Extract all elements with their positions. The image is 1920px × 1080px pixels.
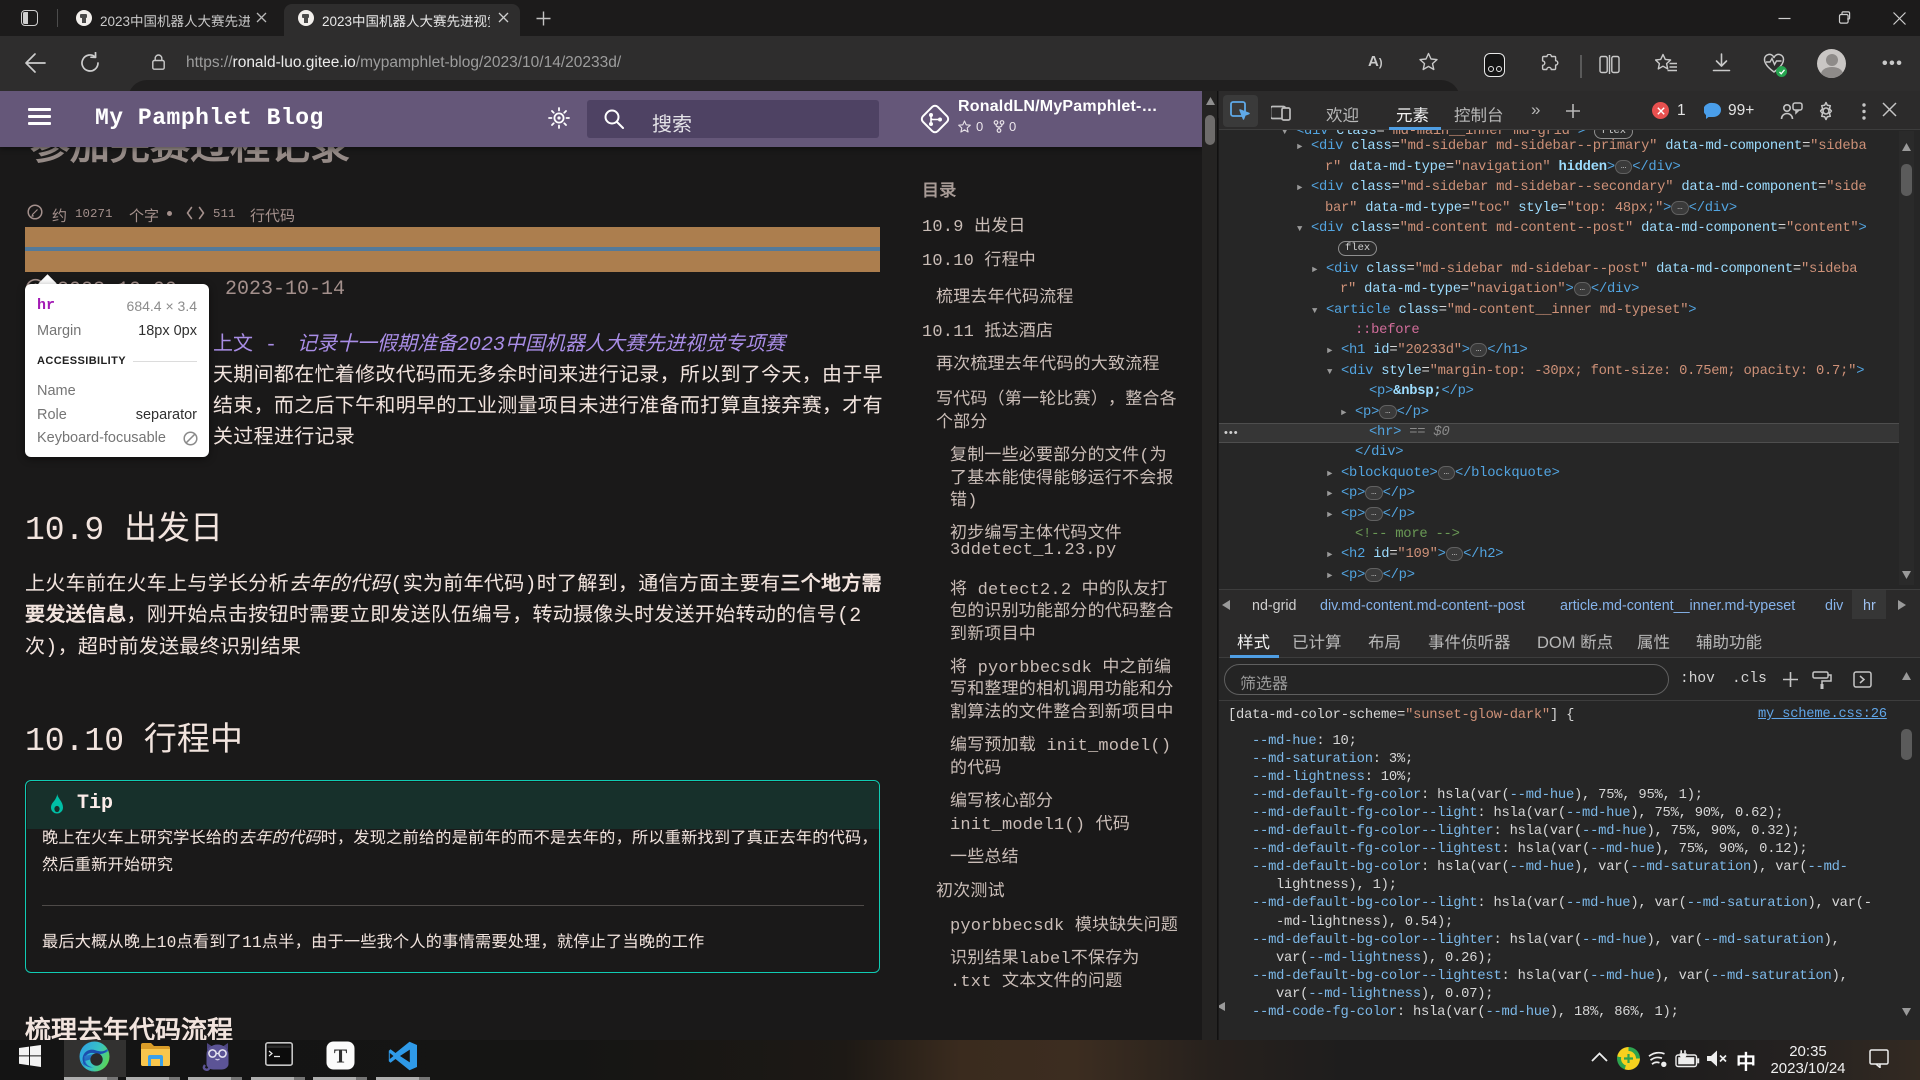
svg-text:T: T xyxy=(334,1046,348,1068)
